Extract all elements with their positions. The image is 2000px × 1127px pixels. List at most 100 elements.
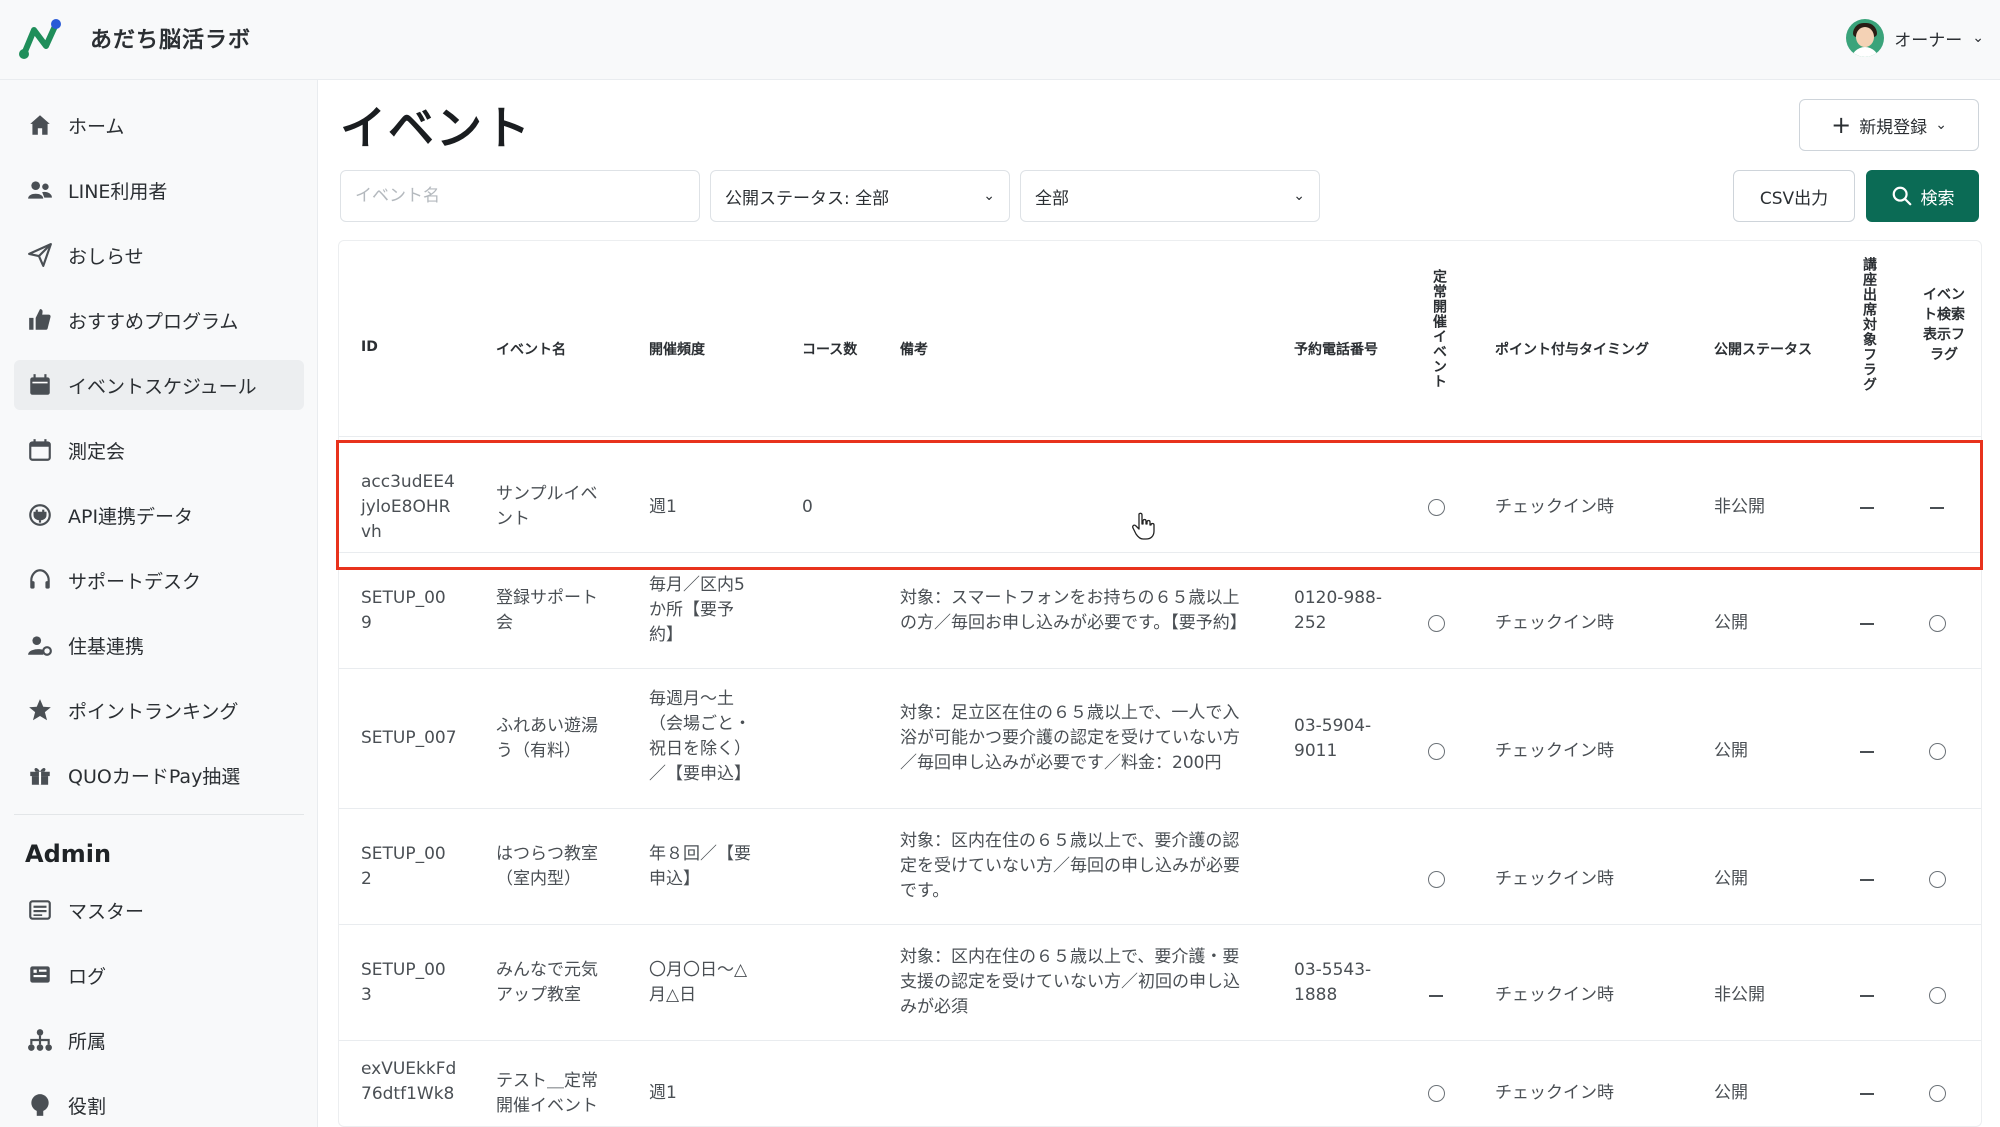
chevron-down-icon: ⌄ <box>1293 188 1305 204</box>
sidebar-item-measurement[interactable]: 測定会 <box>14 425 304 475</box>
user-menu[interactable]: オーナー ⌄ <box>1846 18 1984 58</box>
sidebar-item-label: 所属 <box>68 1030 107 1053</box>
chevron-down-icon: ⌄ <box>983 188 995 204</box>
sidebar-item-master[interactable]: マスター <box>14 885 304 935</box>
attendance-dash <box>1860 879 1874 881</box>
hand-cursor-icon <box>1132 512 1155 540</box>
col-header-attendance-flag[interactable]: 講座出席対象フラグ <box>1854 257 1878 392</box>
send-icon <box>26 241 54 269</box>
col-header-event-name[interactable]: イベント名 <box>496 339 566 359</box>
sidebar-item-label: API連携データ <box>68 505 194 528</box>
star-icon <box>26 696 54 724</box>
sidebar-item-label: マスター <box>68 900 145 923</box>
cell-status: 公開 <box>1714 869 1748 889</box>
cell-frequency: 〇月〇日～△ 月△日 <box>649 960 748 1005</box>
sidebar-item-support-desk[interactable]: サポートデスク <box>14 555 304 605</box>
col-header-course-count[interactable]: コース数 <box>802 339 857 359</box>
cell-id: exVUEkkFd 76dtf1Wk8 <box>361 1059 457 1104</box>
sidebar-item-point-ranking[interactable]: ポイントランキング <box>14 685 304 735</box>
search-radio <box>1929 871 1946 888</box>
sidebar-item-label: 測定会 <box>68 440 126 463</box>
events-table: ID イベント名 開催頻度 コース数 備考 予約電話番号 定常開催イベント ポイ… <box>338 240 1982 1127</box>
regular-dash <box>1429 995 1443 997</box>
sidebar-item-label: ログ <box>68 965 107 988</box>
cell-point-timing: チェックイン時 <box>1495 741 1614 761</box>
attendance-dash <box>1860 1093 1874 1095</box>
cell-point-timing: チェックイン時 <box>1495 497 1614 517</box>
cell-id: acc3udEE4 jyloE8OHR vh <box>361 472 455 542</box>
col-header-notes[interactable]: 備考 <box>900 339 928 359</box>
cell-event-name: はつらつ教室 （室内型） <box>496 844 598 889</box>
headset-icon <box>26 566 54 594</box>
table-row[interactable]: acc3udEE4 jyloE8OHR vh サンプルイベ ント 週1 0 チェックイ… <box>339 437 1981 553</box>
sidebar-item-notices[interactable]: おしらせ <box>14 230 304 280</box>
table-row[interactable]: SETUP_007 ふれあい遊湯 う（有料） 毎週月～土 （会場ごと・ 祝日を除く）／… <box>339 669 1981 809</box>
attendance-dash <box>1860 751 1874 753</box>
cell-notes: 対象：スマートフォンをお持ちの６５歳以上 の方／毎回お申し込みが必要です。【要予約… <box>900 588 1247 633</box>
sidebar-item-label: LINE利用者 <box>68 180 168 203</box>
sidebar-item-quo-card[interactable]: QUOカードPay抽選 <box>14 750 304 800</box>
sidebar: ホーム LINE利用者 おしらせ おすすめプログラム イベントスケジュール 測定… <box>0 80 318 1127</box>
col-header-status[interactable]: 公開ステータス <box>1714 339 1812 359</box>
col-header-id[interactable]: ID <box>361 339 378 355</box>
regular-radio <box>1428 615 1445 632</box>
sidebar-item-event-schedule[interactable]: イベントスケジュール <box>14 360 304 410</box>
regular-radio <box>1428 499 1445 516</box>
page-title: イベント <box>340 101 532 155</box>
event-name-input[interactable] <box>340 170 700 222</box>
cell-frequency: 年８回／【要 申込】 <box>649 844 751 889</box>
col-header-regular[interactable]: 定常開催イベント <box>1424 269 1448 389</box>
sidebar-item-affiliation[interactable]: 所属 <box>14 1015 304 1065</box>
sidebar-item-recommended[interactable]: おすすめプログラム <box>14 295 304 345</box>
plug-icon <box>26 501 54 529</box>
cell-id: SETUP_007 <box>361 728 457 748</box>
admin-heading: Admin <box>25 840 112 868</box>
thumbs-up-icon <box>26 306 54 334</box>
table-row[interactable]: SETUP_00 3 みんなで元気 アップ教室 〇月〇日～△ 月△日 対象：区内在住の… <box>339 925 1981 1041</box>
attendance-dash <box>1860 507 1874 509</box>
table-row[interactable]: exVUEkkFd 76dtf1Wk8 テスト＿定常 開催イベント 週1 チェックイ… <box>339 1041 1981 1126</box>
cell-status: 非公開 <box>1714 497 1765 517</box>
sidebar-item-log[interactable]: ログ <box>14 950 304 1000</box>
table-row[interactable]: SETUP_00 2 はつらつ教室 （室内型） 年８回／【要 申込】 対象：区内在住の… <box>339 809 1981 925</box>
list-icon <box>26 896 54 924</box>
sidebar-item-api-data[interactable]: API連携データ <box>14 490 304 540</box>
sidebar-item-label: 住基連携 <box>68 635 145 658</box>
sidebar-item-label: おしらせ <box>68 245 144 268</box>
cell-point-timing: チェックイン時 <box>1495 1083 1614 1103</box>
search-radio <box>1929 743 1946 760</box>
plus-icon: + <box>1831 111 1852 139</box>
table-header: ID イベント名 開催頻度 コース数 備考 予約電話番号 定常開催イベント ポイ… <box>339 241 1981 437</box>
sidebar-item-label: ポイントランキング <box>68 700 239 723</box>
app-logo[interactable] <box>18 16 64 62</box>
sidebar-item-home[interactable]: ホーム <box>14 100 304 150</box>
table-row[interactable]: SETUP_00 9 登録サポート会 毎月／区内5 か所【要予 約】 対象：スマートフ… <box>339 553 1981 669</box>
regular-radio <box>1428 743 1445 760</box>
category-select[interactable]: 全部 ⌄ <box>1020 170 1320 222</box>
col-header-search-flag[interactable]: イベント検索表示フラグ <box>1921 285 1967 365</box>
attendance-dash <box>1860 623 1874 625</box>
sidebar-item-resident-link[interactable]: 住基連携 <box>14 620 304 670</box>
cell-status: 公開 <box>1714 613 1748 633</box>
col-header-point-timing[interactable]: ポイント付与タイミング <box>1495 339 1649 359</box>
cell-frequency: 週1 <box>649 497 677 517</box>
cell-id: SETUP_00 2 <box>361 844 446 889</box>
role-icon <box>26 1091 54 1119</box>
sidebar-item-role[interactable]: 役割 <box>14 1080 304 1127</box>
org-icon <box>26 1026 54 1054</box>
sidebar-item-line-users[interactable]: LINE利用者 <box>14 165 304 215</box>
search-button[interactable]: 検索 <box>1866 170 1979 222</box>
cell-course-count: 0 <box>802 497 813 517</box>
cell-id: SETUP_00 3 <box>361 960 446 1005</box>
sidebar-item-label: おすすめプログラム <box>68 310 239 333</box>
status-select[interactable]: 公開ステータス: 全部 ⌄ <box>710 170 1010 222</box>
csv-export-button[interactable]: CSV出力 <box>1733 170 1855 222</box>
cell-notes: 対象：足立区在住の６５歳以上で、一人で入 浴が可能かつ要介護の認定を受けていない方… <box>900 703 1240 773</box>
col-header-frequency[interactable]: 開催頻度 <box>649 339 705 359</box>
cell-frequency: 毎月／区内5 か所【要予 約】 <box>649 575 745 645</box>
sidebar-item-label: イベントスケジュール <box>68 375 257 398</box>
cell-event-name: サンプルイベ ント <box>496 484 598 529</box>
search-icon <box>1892 186 1911 206</box>
col-header-phone[interactable]: 予約電話番号 <box>1294 339 1378 359</box>
new-registration-button[interactable]: + 新規登録 ⌄ <box>1799 99 1979 151</box>
